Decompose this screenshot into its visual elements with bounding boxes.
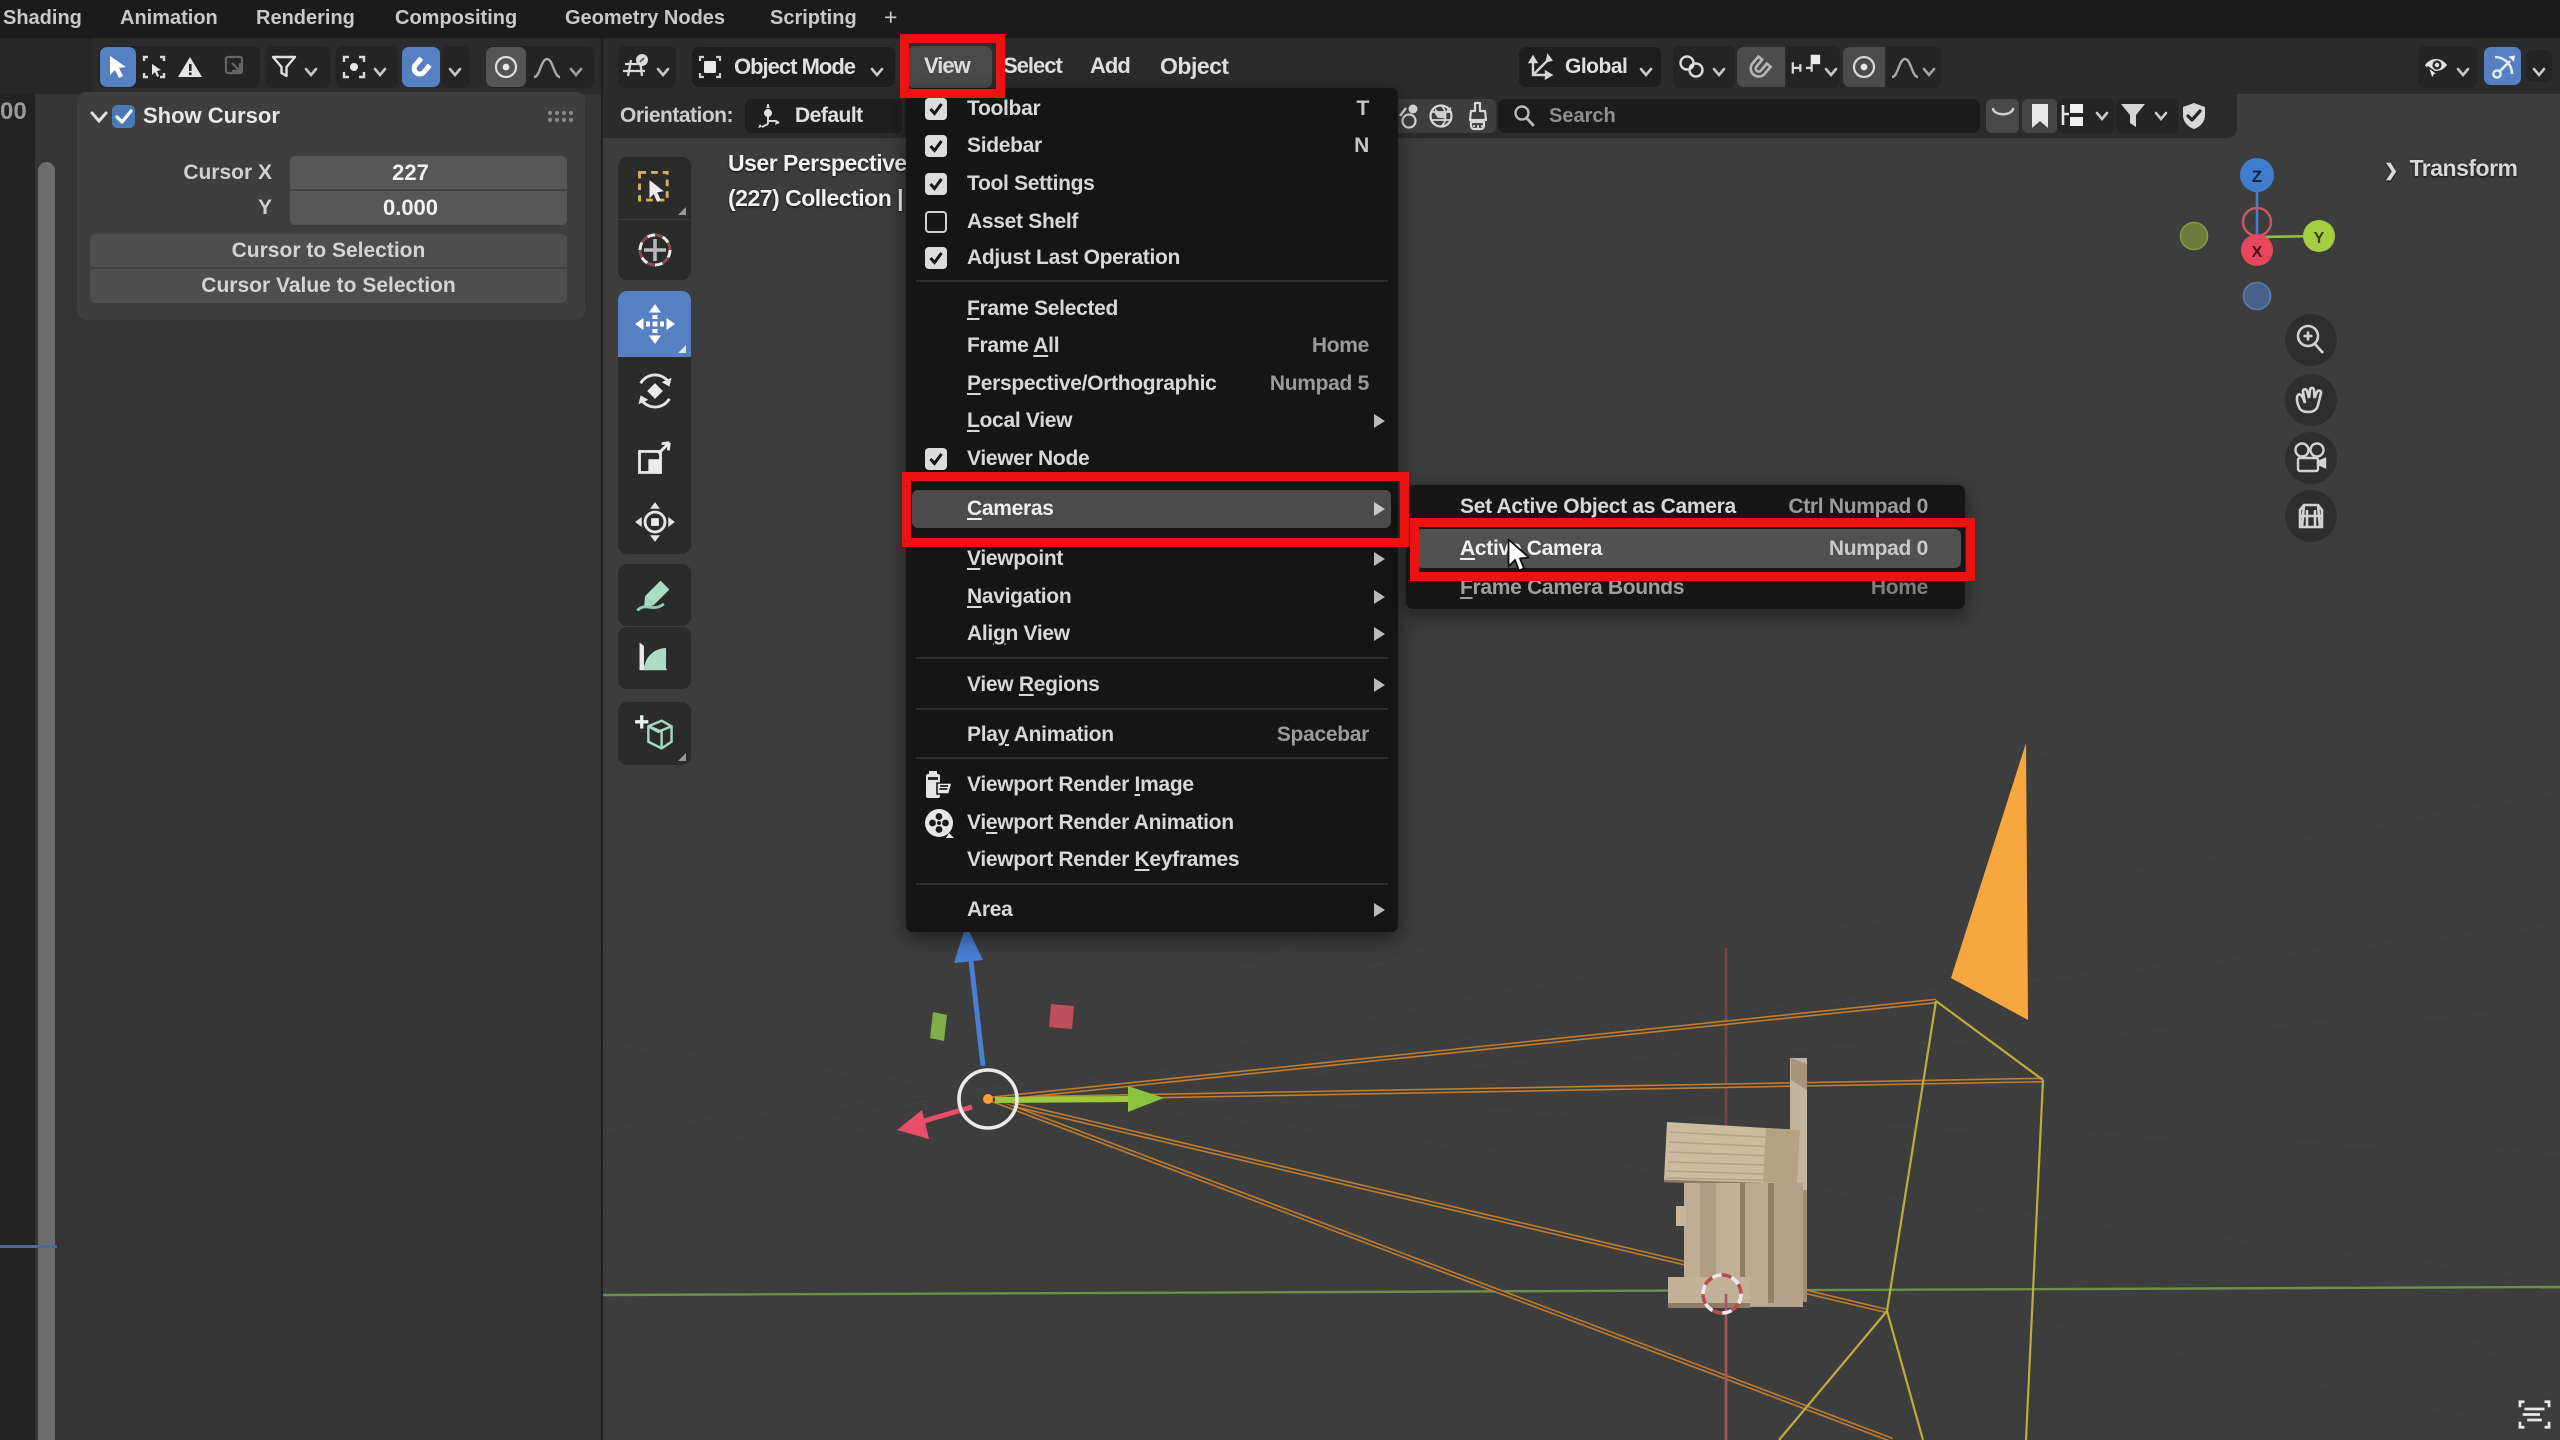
- svg-text:Z: Z: [2252, 167, 2262, 186]
- svg-text:Y: Y: [2314, 230, 2325, 247]
- svg-text:X: X: [2252, 244, 2263, 261]
